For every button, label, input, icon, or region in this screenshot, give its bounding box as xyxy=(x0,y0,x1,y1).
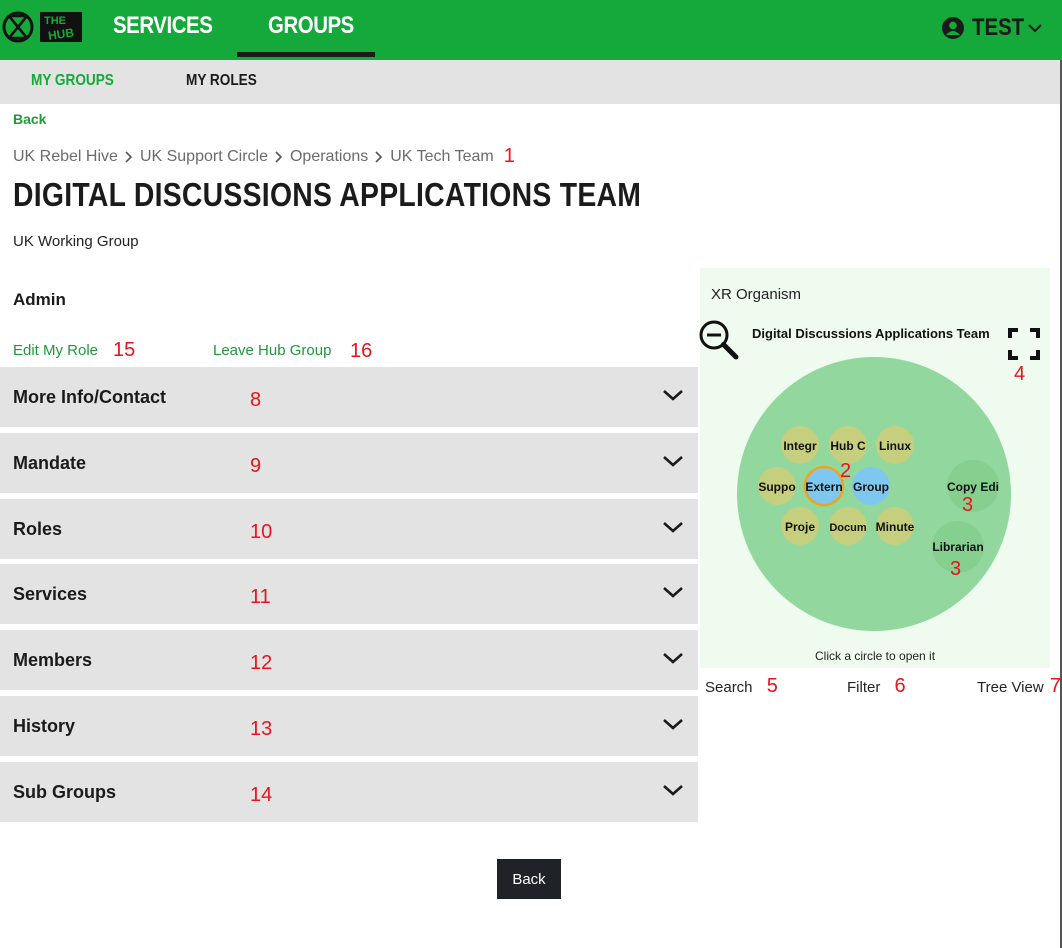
annotation-marker: 6 xyxy=(894,675,906,697)
user-name: TEST xyxy=(972,14,1025,41)
tab-my-groups[interactable]: MY GROUPS xyxy=(31,72,114,90)
chevron-down-icon xyxy=(663,390,683,401)
annotation-marker: 3 xyxy=(950,558,961,580)
sub-nav-bar: MY GROUPS MY ROLES xyxy=(0,60,1062,104)
accordion-label: History xyxy=(13,716,76,736)
back-button[interactable]: Back xyxy=(497,859,561,899)
accordion-mandate[interactable]: Mandate 9 xyxy=(0,433,698,493)
annotation-marker: 4 xyxy=(1014,363,1025,385)
annotation-marker: 15 xyxy=(113,339,136,361)
accordion-roles[interactable]: Roles 10 xyxy=(0,499,698,559)
organism-group-name: Digital Discussions Applications Team xyxy=(752,326,990,341)
annotation-marker: 9 xyxy=(250,455,262,477)
page-title: DIGITAL DISCUSSIONS APPLICATIONS TEAM xyxy=(13,176,642,213)
chevron-down-icon xyxy=(663,522,683,533)
chevron-down-icon xyxy=(663,719,683,730)
accordion-label: More Info/Contact xyxy=(13,387,166,407)
annotation-marker: 5 xyxy=(766,675,778,697)
chevron-right-icon xyxy=(275,150,283,163)
accordion-history[interactable]: History 13 xyxy=(0,696,698,756)
accordion-members[interactable]: Members 12 xyxy=(0,630,698,690)
annotation-marker: 7 xyxy=(1049,675,1061,697)
accordion-more-info[interactable]: More Info/Contact 8 xyxy=(0,367,698,427)
annotation-marker: 14 xyxy=(250,784,273,806)
logo-text: THE xyxy=(44,15,66,27)
breadcrumb-item[interactable]: UK Support Circle xyxy=(140,148,268,166)
top-nav-bar: THE HUB SERVICES GROUPS TEST xyxy=(0,0,1062,60)
circle-label: Extern xyxy=(805,480,842,494)
search-label: Search xyxy=(705,679,753,696)
organism-panel: XR Organism Integr Hub C Linux Suppo Ext… xyxy=(697,268,1050,668)
leave-hub-group-link[interactable]: Leave Hub Group xyxy=(213,342,331,359)
circle-label: Suppo xyxy=(758,480,795,494)
circle-label: Hub C xyxy=(830,439,866,453)
accordion-services[interactable]: Services 11 xyxy=(0,564,698,624)
breadcrumb-item[interactable]: UK Tech Team xyxy=(390,148,493,166)
nav-services[interactable]: SERVICES xyxy=(113,0,213,56)
filter-label: Filter xyxy=(847,679,881,696)
breadcrumb-item[interactable]: UK Rebel Hive xyxy=(13,148,118,166)
user-circle-icon xyxy=(942,17,964,39)
circle-label: Docum xyxy=(829,522,867,534)
circle-label: Librarian xyxy=(932,540,983,554)
annotation-marker: 8 xyxy=(250,389,262,411)
zoom-out-icon[interactable] xyxy=(697,318,739,360)
annotation-marker: 16 xyxy=(350,340,373,362)
accordion-label: Members xyxy=(13,650,93,670)
accordion-label: Services xyxy=(13,584,88,604)
tree-view-label: Tree View xyxy=(977,679,1044,696)
annotation-marker: 1 xyxy=(503,145,515,167)
organism-hint: Click a circle to open it xyxy=(815,649,936,663)
circle-label: Proje xyxy=(785,520,815,534)
annotation-marker: 12 xyxy=(250,652,273,674)
accordion-label: Roles xyxy=(13,519,63,539)
accordion-sub-groups[interactable]: Sub Groups 14 xyxy=(0,762,698,822)
circle-label: Integr xyxy=(783,439,817,453)
filter-button[interactable]: Filter 6 xyxy=(847,675,906,698)
edit-my-role-link[interactable]: Edit My Role xyxy=(13,342,98,359)
nav-active-underline xyxy=(237,52,375,57)
chevron-down-icon xyxy=(663,653,683,664)
annotation-marker: 13 xyxy=(250,718,273,740)
back-link[interactable]: Back xyxy=(13,111,46,127)
tab-my-roles[interactable]: MY ROLES xyxy=(186,72,257,90)
chevron-down-icon xyxy=(663,456,683,467)
accordion-label: Sub Groups xyxy=(13,782,116,802)
role-heading: Admin xyxy=(13,290,66,309)
breadcrumb-item[interactable]: Operations xyxy=(290,148,368,166)
search-button[interactable]: Search 5 xyxy=(705,675,778,698)
nav-groups[interactable]: GROUPS xyxy=(268,0,354,56)
circle-label: Copy Edi xyxy=(947,480,999,494)
breadcrumb: UK Rebel Hive UK Support Circle Operatio… xyxy=(13,145,515,168)
accordion-label: Mandate xyxy=(13,453,87,473)
chevron-down-icon xyxy=(663,587,683,598)
chevron-right-icon xyxy=(125,150,133,163)
circle-label: Minute xyxy=(876,520,915,534)
fullscreen-icon[interactable] xyxy=(1008,328,1040,360)
group-type: UK Working Group xyxy=(13,233,139,250)
chevron-down-icon xyxy=(1028,24,1042,33)
hub-logo[interactable]: THE HUB xyxy=(2,8,82,46)
annotation-marker: 3 xyxy=(962,494,973,516)
tree-view-button[interactable]: Tree View 7 xyxy=(977,675,1061,698)
annotation-marker: 11 xyxy=(250,586,271,608)
chevron-down-icon xyxy=(663,785,683,796)
annotation-marker: 10 xyxy=(250,521,273,543)
chevron-right-icon xyxy=(375,150,383,163)
circle-label: Group xyxy=(853,480,889,494)
user-menu[interactable]: TEST xyxy=(942,12,1042,44)
annotation-marker: 2 xyxy=(840,460,851,482)
circle-label: Linux xyxy=(879,439,911,453)
